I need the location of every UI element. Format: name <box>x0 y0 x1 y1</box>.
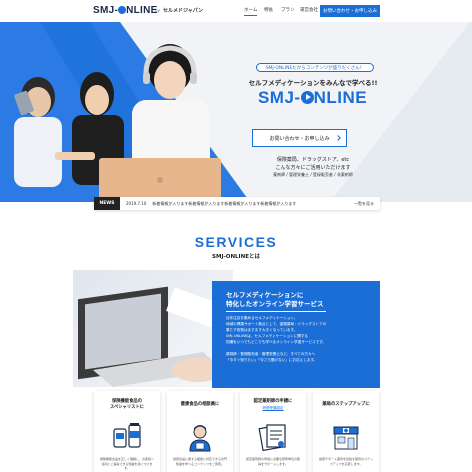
service-box-title-line: 特化したオンライン学習サービス <box>226 300 324 308</box>
card-title-line: スペシャリストに <box>109 405 145 410</box>
feature-card[interactable]: 保険機能食品の スペシャリストに 保険機能食品を正しく理解し、お客様へ適切にご提… <box>94 391 160 472</box>
news-headline[interactable]: 新着情報が入ります新着情報が入ります新着情報が入ります新着情報が入ります <box>152 201 332 207</box>
card-title: 保険機能食品の スペシャリストに <box>94 399 160 411</box>
hero-text-line: 保険薬局、ドラッグストア、etc <box>276 157 350 163</box>
certificate-icon <box>258 424 286 452</box>
site-header: SMJ- NLINE by セルメドジャパン ホーム 特長 プラン 運営会社 お問… <box>0 0 472 22</box>
news-more-link[interactable]: 一覧を見る <box>354 201 374 207</box>
feature-card[interactable]: 認定薬剤師の申請に 研修受講認定 認定薬剤師の申請に必要な研修単位の取得をサポー… <box>240 391 306 472</box>
hero-speech-bubble: SMJ-ONLINEだからコンテンツが盛りだくさん！ <box>256 63 374 72</box>
card-title-line: 薬局のステップアップに <box>322 402 370 407</box>
nav-company[interactable]: 運営会社 <box>300 7 318 13</box>
hero-section: SMJ-ONLINEだからコンテンツが盛りだくさん！ セルフメディケーションをみ… <box>0 22 472 202</box>
card-title-line: 健康食品の相談員に <box>180 402 220 407</box>
company-logo: セルメドジャパン <box>163 8 204 14</box>
services-subtitle: SMJ-ONLINEとは <box>212 254 260 260</box>
card-title: 健康食品の相談員に <box>167 399 233 408</box>
news-label: NEWS <box>94 197 120 210</box>
body-line: 「今すぐ知りたい」「今さら聞けない」にお応えします。 <box>226 358 318 362</box>
nav-features[interactable]: 特長 <box>264 7 273 13</box>
hero-roles: 薬剤師 / 管理栄養士 / 登録販売者 / 非薬剤師 <box>273 172 353 177</box>
card-text: 健康サポート薬局を目指す薬局のステップアップを応援します。 <box>318 457 373 466</box>
supplement-icon <box>113 423 141 448</box>
news-date: 2019.7.10 <box>126 201 147 206</box>
hero-logo: SMJ- NLINE <box>257 88 368 107</box>
news-bar: NEWS 2019.7.10 新着情報が入ります新着情報が入ります新着情報が入り… <box>94 197 380 210</box>
feature-card[interactable]: 薬局のステップアップに 健康サポート薬局を目指す薬局のステップアップを応援します… <box>313 391 379 472</box>
card-badge-link[interactable]: 研修受講認定 <box>240 405 306 411</box>
hero-background <box>0 22 472 202</box>
card-text: 認定薬剤師の申請に必要な研修単位の取得をサポートします。 <box>245 457 300 466</box>
feature-cards: 保険機能食品の スペシャリストに 保険機能食品を正しく理解し、お客様へ適切にご提… <box>94 391 380 472</box>
hero-subtitle: セルフメディケーションをみんなで学べる!! <box>248 79 378 87</box>
laptop-photo <box>73 270 233 387</box>
card-text: 保険機能食品を正しく理解し、お客様へ適切にご提案できる知識を身につけます。 <box>99 457 154 470</box>
service-description-box: セルフメディケーションに 特化したオンライン学習サービス 近年注目を集めるセルフ… <box>212 281 380 388</box>
card-text: 健康食品に関する相談に対応できる専門知識を学べるコンテンツをご用意。 <box>173 457 227 466</box>
logo-by: by <box>155 8 160 13</box>
site-logo[interactable]: SMJ- NLINE <box>93 5 158 16</box>
hero-text-line: こんな方々にご活用いただけます <box>275 165 351 171</box>
nav-plan[interactable]: プラン <box>281 7 295 13</box>
feature-card[interactable]: 健康食品の相談員に 健康食品に関する相談に対応できる専門知識を学べるコンテンツを… <box>167 391 233 472</box>
consultant-icon <box>189 425 211 452</box>
services-title: SERVICES <box>194 234 278 250</box>
header-contact-button[interactable]: お問い合わせ・お申し込み <box>320 5 380 17</box>
card-title: 薬局のステップアップに <box>313 399 379 408</box>
card-title: 認定薬剤師の申請に 研修受講認定 <box>240 399 306 411</box>
hero-contact-button[interactable]: お問い合わせ・お申し込み <box>252 129 347 147</box>
pharmacy-icon <box>333 426 359 450</box>
service-box-title: セルフメディケーションに 特化したオンライン学習サービス <box>226 291 326 312</box>
nav-home[interactable]: ホーム <box>244 7 258 16</box>
service-box-body: 近年注目を集めるセルフメディケーション。 地域の健康サポート拠点として、保険薬局… <box>226 315 371 363</box>
service-box-title-line: セルフメディケーションに <box>226 291 304 299</box>
